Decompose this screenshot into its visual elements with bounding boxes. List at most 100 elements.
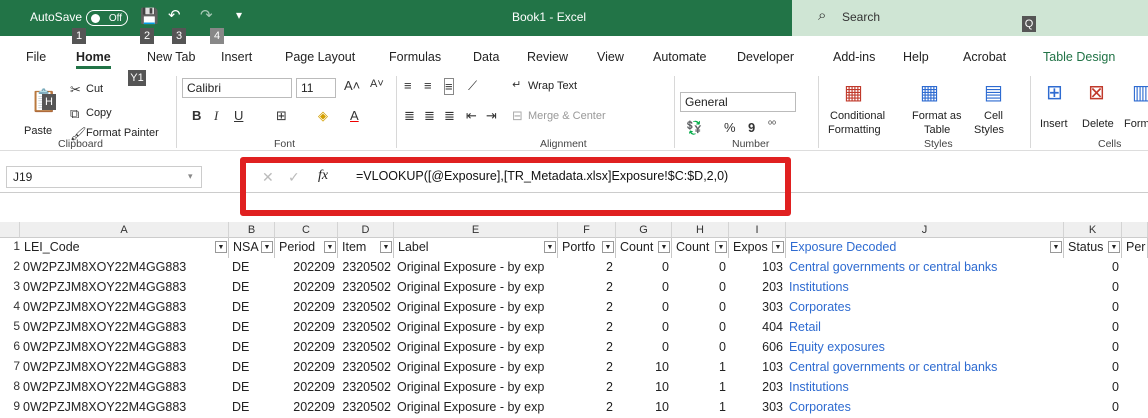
cell-exposure-decoded[interactable]: Retail	[789, 318, 1061, 338]
column-header-b[interactable]: B	[229, 222, 275, 238]
tab-acrobat[interactable]: Acrobat	[963, 50, 1006, 64]
conditional-label[interactable]: Conditional	[830, 110, 885, 122]
cell-exposure-decoded[interactable]: Central governments or central banks	[789, 258, 1061, 278]
cell-label[interactable]: Original Exposure - by exp	[397, 338, 555, 358]
decrease-indent-icon[interactable]: ⇤	[466, 108, 477, 124]
worksheet-grid[interactable]: A B C D E F G H I J K 1 LEI_Code ▼ NSA ▼ Peri…	[0, 222, 1148, 414]
row-header[interactable]: 5	[0, 319, 20, 333]
cell-lei-code[interactable]: 0W2PZJM8XOY22M4GG883	[23, 358, 226, 378]
cell-lei-code[interactable]: 0W2PZJM8XOY22M4GG883	[23, 338, 226, 358]
cell-portfolio[interactable]: 2	[561, 378, 613, 398]
filter-dropdown-icon[interactable]: ▼	[215, 241, 227, 253]
tab-automate[interactable]: Automate	[653, 50, 707, 64]
filter-dropdown-icon[interactable]: ▼	[324, 241, 336, 253]
cell-exposure-decoded[interactable]: Central governments or central banks	[789, 358, 1061, 378]
tab-data[interactable]: Data	[473, 50, 499, 64]
cell-exposure[interactable]: 606	[732, 338, 783, 358]
cell-exposure[interactable]: 103	[732, 258, 783, 278]
filter-dropdown-icon[interactable]: ▼	[380, 241, 392, 253]
filter-dropdown-icon[interactable]: ▼	[1108, 241, 1120, 253]
merge-center-button[interactable]: Merge & Center	[528, 110, 606, 122]
cell-count-1[interactable]: 0	[619, 298, 669, 318]
insert-cells-icon[interactable]: ⊞	[1046, 80, 1063, 105]
cell-count-2[interactable]: 0	[675, 298, 726, 318]
cell-exposure[interactable]: 303	[732, 298, 783, 318]
cell-nsa[interactable]: DE	[232, 318, 272, 338]
conditional-formatting-icon[interactable]: ▦	[844, 80, 863, 105]
orientation-icon[interactable]: ⟋	[468, 78, 477, 94]
cell-count-1[interactable]: 10	[619, 398, 669, 418]
cell-status[interactable]: 0	[1067, 338, 1119, 358]
table-label[interactable]: Table	[924, 124, 950, 136]
column-header-f[interactable]: F	[558, 222, 616, 238]
align-bottom-icon[interactable]: ≡	[444, 78, 454, 95]
header-per[interactable]: Per	[1126, 238, 1148, 258]
tab-new-tab[interactable]: New Tab	[147, 50, 195, 64]
cell-exposure-decoded[interactable]: Institutions	[789, 378, 1061, 398]
tab-add-ins[interactable]: Add-ins	[833, 50, 875, 64]
undo-icon[interactable]: ↶	[168, 6, 181, 24]
copy-button[interactable]: Copy	[86, 107, 112, 119]
increase-indent-icon[interactable]: ⇥	[486, 108, 497, 124]
cell-count-2[interactable]: 1	[675, 358, 726, 378]
column-header-a[interactable]: A	[20, 222, 229, 238]
cell-styles-label[interactable]: Styles	[974, 124, 1004, 136]
cell-nsa[interactable]: DE	[232, 338, 272, 358]
delete-cells-icon[interactable]: ⊠	[1088, 80, 1105, 105]
comma-button[interactable]: 9	[748, 120, 755, 135]
cell-period[interactable]: 202209	[278, 358, 335, 378]
cell-lei-code[interactable]: 0W2PZJM8XOY22M4GG883	[23, 278, 226, 298]
row-header[interactable]: 9	[0, 399, 20, 413]
cell-period[interactable]: 202209	[278, 298, 335, 318]
select-all-corner[interactable]	[0, 222, 20, 238]
align-top-icon[interactable]: ≡	[404, 78, 412, 93]
row-header[interactable]: 2	[0, 259, 20, 273]
cell-styles-icon[interactable]: ▤	[984, 80, 1003, 105]
tab-review[interactable]: Review	[527, 50, 568, 64]
column-header-g[interactable]: G	[616, 222, 672, 238]
tab-view[interactable]: View	[597, 50, 624, 64]
align-left-icon[interactable]: ≣	[404, 108, 415, 124]
header-lei-code[interactable]: LEI_Code	[24, 238, 229, 258]
cell-count-1[interactable]: 0	[619, 258, 669, 278]
format-as-label[interactable]: Format as	[912, 110, 962, 122]
cell-portfolio[interactable]: 2	[561, 258, 613, 278]
cell-period[interactable]: 202209	[278, 378, 335, 398]
cell-count-1[interactable]: 0	[619, 338, 669, 358]
cell-portfolio[interactable]: 2	[561, 298, 613, 318]
cell-lei-code[interactable]: 0W2PZJM8XOY22M4GG883	[23, 298, 226, 318]
cell-status[interactable]: 0	[1067, 358, 1119, 378]
borders-icon[interactable]: ⊞	[276, 108, 287, 124]
cell-nsa[interactable]: DE	[232, 298, 272, 318]
cell-label[interactable]: Original Exposure - by exp	[397, 398, 555, 418]
cell-status[interactable]: 0	[1067, 378, 1119, 398]
column-header-h[interactable]: H	[672, 222, 729, 238]
italic-button[interactable]: I	[214, 108, 218, 124]
accounting-icon[interactable]: 💱	[686, 120, 702, 136]
cell-period[interactable]: 202209	[278, 398, 335, 418]
cell-portfolio[interactable]: 2	[561, 318, 613, 338]
cell-status[interactable]: 0	[1067, 318, 1119, 338]
cell-lei-code[interactable]: 0W2PZJM8XOY22M4GG883	[23, 318, 226, 338]
align-right-icon[interactable]: ≣	[444, 108, 455, 124]
tab-file[interactable]: File	[26, 50, 46, 64]
align-center-icon[interactable]: ≣	[424, 108, 435, 124]
cell-label[interactable]: Original Exposure - by exp	[397, 278, 555, 298]
filter-dropdown-icon[interactable]: ▼	[1050, 241, 1062, 253]
cell-exposure-decoded[interactable]: Equity exposures	[789, 338, 1061, 358]
row-header[interactable]: 7	[0, 359, 20, 373]
tab-page-layout[interactable]: Page Layout	[285, 50, 355, 64]
cell-count-1[interactable]: 10	[619, 378, 669, 398]
cell-exposure-decoded[interactable]: Corporates	[789, 398, 1061, 418]
cell-label[interactable]: Original Exposure - by exp	[397, 318, 555, 338]
cell-period[interactable]: 202209	[278, 338, 335, 358]
font-name-select[interactable]: Calibri	[182, 78, 292, 98]
cell-status[interactable]: 0	[1067, 298, 1119, 318]
cell-exposure[interactable]: 203	[732, 378, 783, 398]
cell-count-1[interactable]: 0	[619, 278, 669, 298]
tab-home[interactable]: Home	[76, 50, 111, 69]
format-button[interactable]: Form	[1124, 118, 1148, 130]
cell-portfolio[interactable]: 2	[561, 338, 613, 358]
filter-dropdown-icon[interactable]: ▼	[602, 241, 614, 253]
tab-insert[interactable]: Insert	[221, 50, 252, 64]
